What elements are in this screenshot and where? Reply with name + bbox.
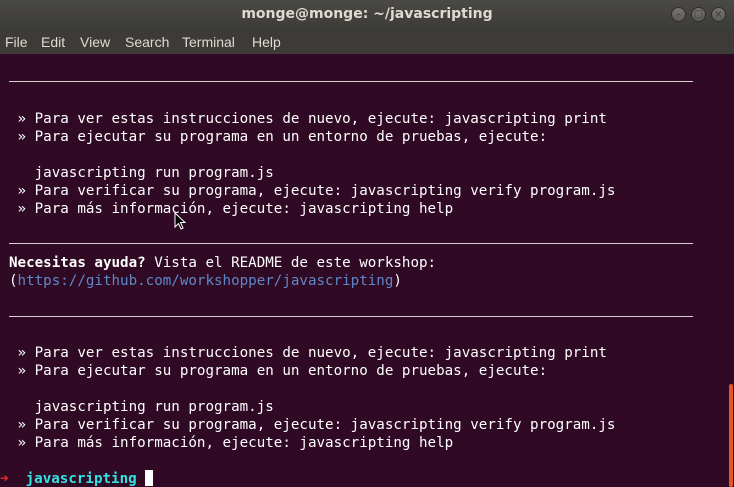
- help-heading: Necesitas ayuda?: [9, 255, 146, 271]
- help-text: Vista el README de este workshop:: [145, 255, 437, 271]
- menu-search[interactable]: Search: [125, 34, 169, 50]
- close-button[interactable]: ×: [711, 7, 726, 22]
- menu-view[interactable]: View: [80, 34, 110, 50]
- instruction-line: javascripting run program.js: [9, 165, 274, 181]
- scrollbar-thumb[interactable]: [729, 384, 733, 487]
- instruction-line: » Para verificar su programa, ejecute: j…: [9, 417, 616, 433]
- help-line: Necesitas ayuda? Vista el README de este…: [9, 254, 436, 272]
- prompt-arrow-icon: ➜: [0, 471, 9, 487]
- paren-close: ): [393, 273, 402, 289]
- menu-file[interactable]: File: [5, 34, 28, 50]
- instruction-line: » Para ver estas instrucciones de nuevo,…: [9, 111, 607, 127]
- help-url-line: (https://github.com/workshopper/javascri…: [9, 272, 402, 290]
- instruction-line: » Para más información, ejecute: javascr…: [9, 435, 454, 451]
- instruction-line: » Para ejecutar su programa en un entorn…: [9, 363, 548, 379]
- terminal-window: monge@monge: ~/javascripting – □ × File …: [0, 0, 734, 487]
- minimize-button[interactable]: –: [671, 7, 686, 22]
- menu-edit[interactable]: Edit: [41, 34, 65, 50]
- divider: [9, 316, 693, 317]
- text-cursor: [145, 470, 154, 486]
- paren-open: (: [9, 273, 18, 289]
- maximize-button[interactable]: □: [691, 7, 706, 22]
- prompt-directory: javascripting: [25, 471, 137, 487]
- terminal-output[interactable]: » Para ver estas instrucciones de nuevo,…: [0, 54, 734, 487]
- window-title: monge@monge: ~/javascripting: [241, 6, 493, 22]
- instruction-line: » Para ejecutar su programa en un entorn…: [9, 129, 548, 145]
- instruction-line: javascripting run program.js: [9, 399, 274, 415]
- command-prompt[interactable]: ➜ javascripting: [0, 470, 154, 487]
- menu-terminal[interactable]: Terminal: [182, 34, 235, 50]
- divider: [9, 243, 693, 244]
- instruction-line: » Para verificar su programa, ejecute: j…: [9, 183, 616, 199]
- readme-link[interactable]: https://github.com/workshopper/javascrip…: [18, 273, 394, 289]
- divider: [9, 81, 693, 82]
- menu-bar: File Edit View Search Terminal Help: [0, 31, 734, 54]
- mouse-pointer-icon: [174, 212, 186, 230]
- menu-help[interactable]: Help: [252, 34, 281, 50]
- title-bar[interactable]: monge@monge: ~/javascripting – □ ×: [0, 0, 734, 31]
- instruction-line: » Para más información, ejecute: javascr…: [9, 201, 454, 217]
- instruction-line: » Para ver estas instrucciones de nuevo,…: [9, 345, 607, 361]
